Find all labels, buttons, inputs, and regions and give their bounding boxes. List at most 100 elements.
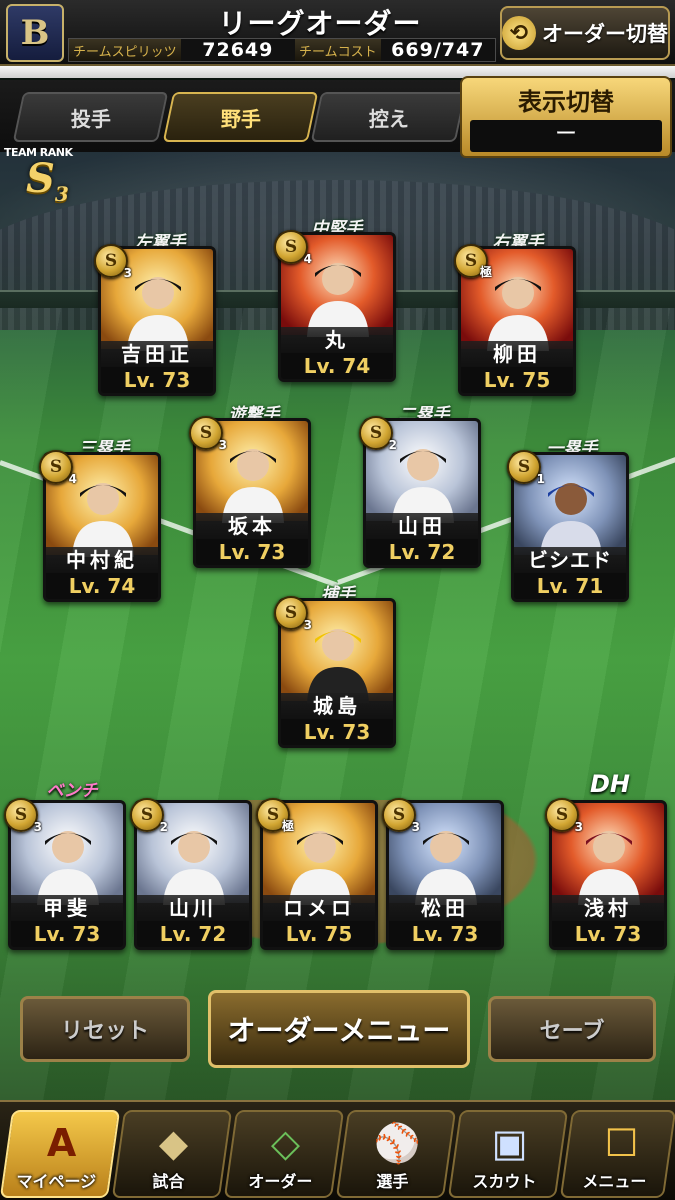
nav-mypage[interactable]: A マイページ bbox=[0, 1110, 121, 1198]
player-icon: ⚾ bbox=[373, 1120, 422, 1165]
rank-badge-sub: 3 bbox=[303, 618, 312, 632]
player-name: 山川 bbox=[137, 895, 249, 921]
nav-players[interactable]: ⚾ 選手 bbox=[335, 1110, 457, 1198]
player-level: Lv. 74 bbox=[46, 573, 158, 599]
rank-badge-icon: S2 bbox=[130, 798, 168, 834]
player-name: 浅村 bbox=[552, 895, 664, 921]
rank-badge-sub: 2 bbox=[159, 820, 168, 834]
tab-pitcher-label: 投手 bbox=[70, 106, 111, 131]
display-switch-button[interactable]: 表示切替 ー bbox=[460, 76, 672, 158]
rank-badge-sub: 4 bbox=[303, 252, 312, 266]
mypage-icon: A bbox=[46, 1121, 77, 1165]
display-switch-value: ー bbox=[470, 120, 662, 152]
player-level: Lv. 71 bbox=[514, 573, 626, 599]
tab-reserve[interactable]: 控え bbox=[310, 92, 467, 142]
team-logo-letter: B bbox=[20, 13, 50, 53]
scout-card-icon: ▣ bbox=[491, 1121, 528, 1165]
player-level: Lv. 73 bbox=[101, 367, 213, 393]
field-diamond-icon: ◇ bbox=[270, 1121, 301, 1165]
nav-match[interactable]: ◆ 試合 bbox=[111, 1110, 233, 1198]
player-figure-icon bbox=[392, 449, 454, 523]
nav-scout[interactable]: ▣ スカウト bbox=[447, 1110, 569, 1198]
dh-label: DH bbox=[589, 770, 630, 798]
player-name: 坂本 bbox=[196, 513, 308, 539]
rank-badge-letter: S bbox=[555, 805, 569, 825]
page-title: リーグオーダー bbox=[218, 7, 422, 40]
rank-badge-letter: S bbox=[464, 251, 478, 271]
spirit-label: チームスピリッツ bbox=[69, 39, 181, 61]
rank-badge-letter: S bbox=[266, 805, 280, 825]
rank-badge-icon: S3 bbox=[545, 798, 583, 834]
nav-menu[interactable]: ☐ メニュー bbox=[559, 1110, 675, 1198]
rank-badge-letter: S bbox=[49, 457, 63, 477]
player-figure-icon bbox=[415, 831, 477, 905]
player-level: Lv. 72 bbox=[137, 921, 249, 947]
player-figure-icon bbox=[37, 831, 99, 905]
order-switch-button[interactable]: ⟲ オーダー切替 bbox=[500, 6, 670, 60]
nav-players-label: 選手 bbox=[376, 1172, 409, 1191]
rank-badge-letter: S bbox=[199, 423, 213, 443]
bench-label: ベンチ bbox=[46, 781, 98, 801]
display-switch-title: 表示切替 bbox=[518, 88, 614, 116]
rank-badge-letter: S bbox=[392, 805, 406, 825]
nav-menu-label: メニュー bbox=[582, 1172, 647, 1191]
nav-mypage-label: マイページ bbox=[16, 1172, 97, 1191]
rank-badge-icon: S極 bbox=[256, 798, 294, 833]
player-figure-icon bbox=[487, 277, 549, 351]
team-rank: TEAM RANK S3 bbox=[4, 146, 100, 206]
rank-badge-sub: 極 bbox=[281, 819, 294, 833]
rank-badge-letter: S bbox=[140, 805, 154, 825]
tab-fielder-label: 野手 bbox=[220, 106, 261, 131]
rank-badge-icon: S3 bbox=[4, 798, 42, 834]
player-level: Lv. 73 bbox=[196, 539, 308, 565]
player-level: Lv. 73 bbox=[389, 921, 501, 947]
order-menu-button[interactable]: オーダーメニュー bbox=[208, 990, 470, 1068]
player-level: Lv. 75 bbox=[461, 367, 573, 393]
rank-badge-icon: S4 bbox=[39, 450, 77, 486]
team-stats-bar: チームスピリッツ 72649 チームコスト 669/747 bbox=[68, 38, 496, 62]
rank-badge-sub: 3 bbox=[411, 820, 420, 834]
rank-badge-icon: S1 bbox=[507, 450, 545, 486]
rank-badge-icon: S3 bbox=[382, 798, 420, 834]
team-logo: B bbox=[6, 4, 64, 62]
player-figure-icon bbox=[578, 831, 640, 905]
tab-fielder[interactable]: 野手 bbox=[162, 92, 319, 142]
tab-pitcher[interactable]: 投手 bbox=[12, 92, 169, 142]
save-button[interactable]: セーブ bbox=[488, 996, 656, 1062]
player-name: 山田 bbox=[366, 513, 478, 539]
player-name: 甲斐 bbox=[11, 895, 123, 921]
player-figure-icon bbox=[127, 277, 189, 351]
player-name: ロメロ bbox=[263, 895, 375, 921]
player-figure-icon bbox=[307, 263, 369, 337]
rank-badge-icon: S3 bbox=[94, 244, 132, 280]
rank-badge-letter: S bbox=[14, 805, 28, 825]
rank-badge-sub: 3 bbox=[574, 820, 583, 834]
rank-badge-letter: S bbox=[369, 423, 383, 443]
rank-badge-icon: S4 bbox=[274, 230, 312, 266]
reset-button[interactable]: リセット bbox=[20, 996, 190, 1062]
player-figure-icon bbox=[289, 831, 351, 905]
rank-badge-letter: S bbox=[104, 251, 118, 271]
menu-character-icon: ☐ bbox=[604, 1121, 639, 1165]
bottom-navigation: A マイページ ◆ 試合 ◇ オーダー ⚾ 選手 ▣ スカウト ☐ メニュー bbox=[0, 1100, 675, 1200]
player-name: 松田 bbox=[389, 895, 501, 921]
nav-order[interactable]: ◇ オーダー bbox=[223, 1110, 345, 1198]
player-figure-icon bbox=[72, 483, 134, 557]
order-switch-label: オーダー切替 bbox=[542, 22, 668, 46]
rank-badge-icon: S2 bbox=[359, 416, 397, 452]
player-figure-icon bbox=[307, 629, 369, 703]
player-name: 中村紀 bbox=[46, 547, 158, 573]
rank-badge-sub: 1 bbox=[536, 472, 545, 486]
rank-badge-letter: S bbox=[517, 457, 531, 477]
rank-badge-icon: S3 bbox=[189, 416, 227, 452]
stadium-icon: ◆ bbox=[158, 1121, 189, 1165]
nav-order-label: オーダー bbox=[248, 1172, 313, 1191]
player-name: 柳田 bbox=[461, 341, 573, 367]
rank-badge-sub: 3 bbox=[218, 438, 227, 452]
player-figure-icon bbox=[163, 831, 225, 905]
rank-badge-icon: S3 bbox=[274, 596, 312, 632]
player-level: Lv. 74 bbox=[281, 353, 393, 379]
cost-value: 669/747 bbox=[391, 39, 485, 61]
rank-badge-icon: S極 bbox=[454, 244, 492, 279]
player-figure-icon bbox=[540, 483, 602, 557]
